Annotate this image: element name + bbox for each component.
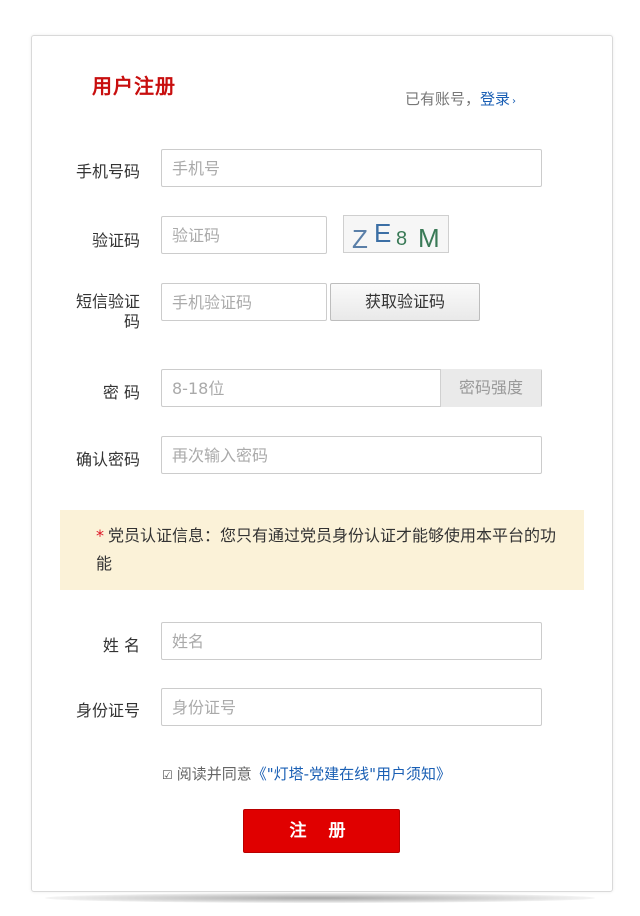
captcha-char: E <box>374 218 392 248</box>
agree-text: 阅读并同意 <box>176 765 252 783</box>
captcha-char: 8 <box>396 228 408 250</box>
notice-text: 党员认证信息：您只有通过党员身份认证才能够使用本平台的功能 <box>96 526 557 573</box>
password-strength-indicator: 密码强度 <box>440 369 541 407</box>
name-input[interactable] <box>161 622 542 660</box>
id-number-label: 身份证号 <box>75 701 140 720</box>
captcha-label: 验证码 <box>91 231 140 250</box>
member-verification-notice: * 党员认证信息：您只有通过党员身份认证才能够使用本平台的功能 <box>60 510 584 590</box>
sms-code-input[interactable] <box>161 283 327 321</box>
login-link[interactable]: 登录 <box>480 90 510 108</box>
captcha-image[interactable]: Z E 8 M <box>343 215 449 253</box>
card-shadow <box>45 893 595 903</box>
password-label: 密 码 <box>102 383 140 402</box>
login-prompt: 已有账号，登录 › <box>405 88 516 109</box>
captcha-char: Z <box>352 224 368 253</box>
phone-label: 手机号码 <box>75 162 140 181</box>
required-star: * <box>96 526 104 545</box>
chevron-right-icon: › <box>512 96 517 107</box>
get-sms-code-button[interactable]: 获取验证码 <box>330 283 480 321</box>
confirm-password-label: 确认密码 <box>75 450 140 469</box>
captcha-char: M <box>418 223 440 253</box>
terms-link[interactable]: 《"灯塔-党建在线"用户须知》 <box>252 765 451 783</box>
id-number-input[interactable] <box>161 688 542 726</box>
captcha-input[interactable] <box>161 216 327 254</box>
agree-checkbox[interactable]: ☑ <box>162 768 173 782</box>
phone-input[interactable] <box>161 149 542 187</box>
sms-label: 短信验证码 <box>75 292 140 331</box>
page-title: 用户注册 <box>92 74 176 98</box>
name-label: 姓 名 <box>102 636 140 655</box>
agreement-row: ☑ 阅读并同意《"灯塔-党建在线"用户须知》 <box>162 763 451 784</box>
login-prompt-text: 已有账号， <box>405 90 481 108</box>
confirm-password-input[interactable] <box>161 436 542 474</box>
register-button[interactable]: 注 册 <box>243 809 400 853</box>
